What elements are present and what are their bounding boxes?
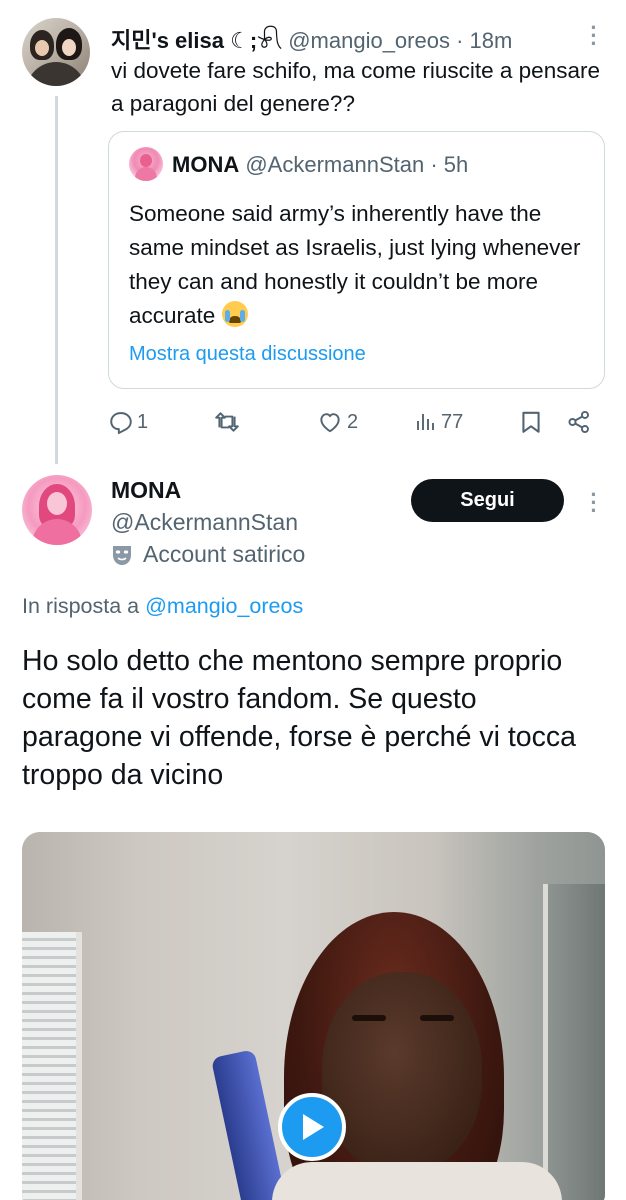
main-author-name[interactable]: MONA (111, 477, 181, 504)
satirical-account-text: Account satirico (143, 541, 306, 567)
main-author-handle[interactable]: @AckermannStan (111, 509, 298, 536)
quoted-tweet-text-block: Someone said army’s inherently have the … (129, 197, 594, 333)
views-count: 77 (441, 410, 464, 433)
main-tweet-text: Ho solo detto che mentono sempre proprio… (22, 645, 576, 791)
play-video-button[interactable] (278, 1093, 346, 1161)
reply-action[interactable]: 1 (108, 402, 148, 442)
show-thread-link[interactable]: Mostra questa discussione (129, 343, 366, 366)
theater-mask-icon (113, 545, 131, 565)
like-action[interactable]: 2 (316, 402, 358, 442)
more-options-icon[interactable]: · · · (589, 17, 599, 55)
reply-author-handle[interactable]: @mangio_oreos (288, 28, 450, 53)
avatar-elisa[interactable] (22, 18, 90, 86)
reply-icon (110, 412, 132, 435)
reply-author-name[interactable]: 지민's elisa ☾;⁠𓍯 (111, 28, 282, 53)
bookmark-action[interactable] (518, 402, 544, 442)
in-reply-to-prefix: In risposta a (22, 594, 140, 618)
play-icon (303, 1114, 324, 1140)
quoted-tweet-card[interactable]: MONA @AckermannStan · 5h Someone said ar… (108, 131, 605, 389)
quoted-author-handle: @AckermannStan (245, 152, 425, 177)
loudly-crying-face-icon (221, 301, 248, 327)
retweet-icon (215, 412, 239, 432)
separator-dot: · (456, 28, 464, 53)
retweet-action[interactable] (213, 402, 244, 442)
in-reply-to-line: In risposta a @mangio_oreos (22, 594, 303, 619)
reply-tweet-header: 지민's elisa ☾;⁠𓍯 @mangio_oreos · 18m (111, 20, 512, 56)
satirical-account-label: Account satirico (111, 541, 305, 568)
tweet-action-bar: 1 2 77 (108, 402, 598, 442)
reply-timestamp[interactable]: 18m (470, 28, 513, 53)
quoted-avatar (129, 147, 163, 181)
like-count: 2 (347, 410, 359, 433)
quoted-tweet-header: MONA @AckermannStan · 5h (172, 152, 468, 178)
separator-dot: · (430, 152, 438, 177)
quoted-author-name: MONA (172, 152, 240, 177)
heart-icon (320, 413, 340, 433)
quoted-timestamp: 5h (443, 152, 469, 177)
quoted-tweet-text: Someone said army’s inherently have the … (129, 201, 581, 328)
bookmark-icon (522, 411, 540, 433)
views-bar-chart-icon (417, 414, 434, 430)
thread-connector-line (55, 96, 58, 464)
avatar-mona[interactable] (22, 475, 92, 545)
share-icon (568, 410, 589, 434)
follow-button[interactable]: Segui (411, 479, 564, 522)
share-action[interactable] (566, 402, 592, 442)
views-action[interactable]: 77 (414, 402, 463, 442)
window-blinds (22, 932, 82, 1200)
reply-tweet-text: vi dovete fare schifo, ma come riuscite … (111, 58, 600, 116)
in-reply-to-mention[interactable]: @mangio_oreos (145, 594, 303, 618)
reply-count: 1 (137, 410, 149, 433)
more-options-icon[interactable]: · · · (589, 484, 599, 522)
